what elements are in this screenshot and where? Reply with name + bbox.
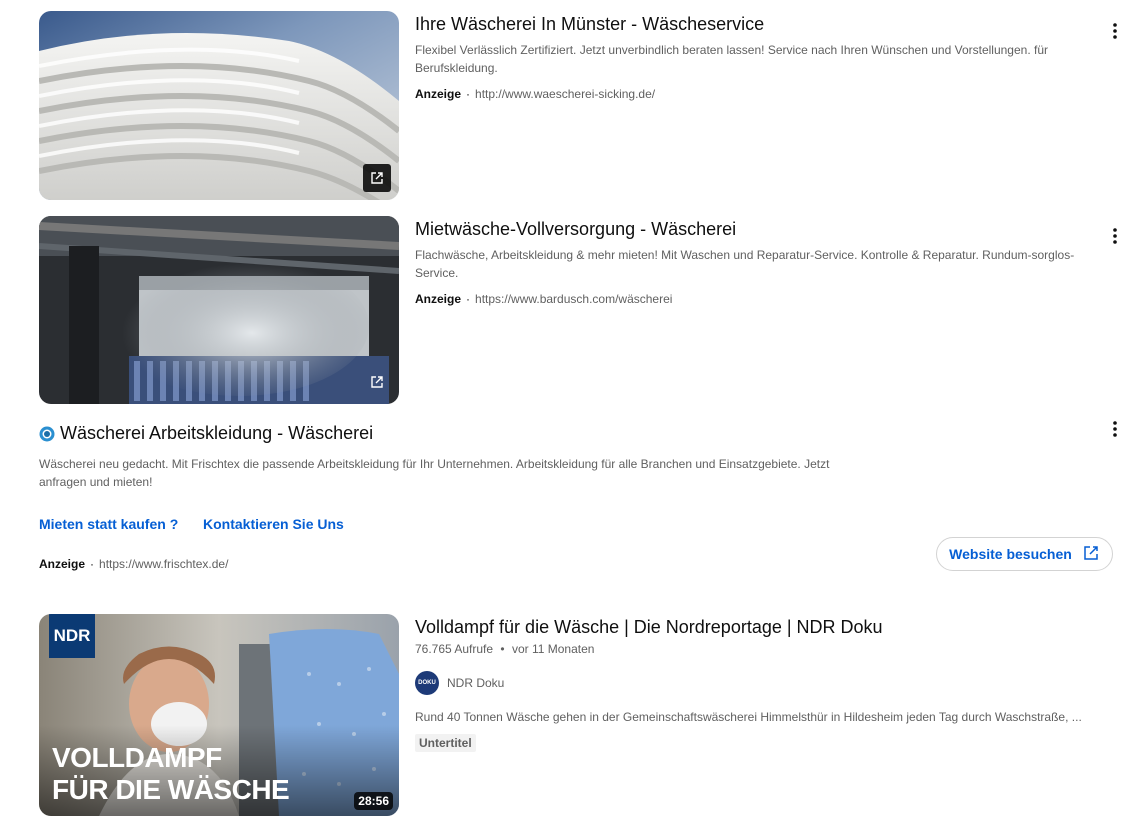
separator: · bbox=[90, 557, 95, 571]
ad-description: Flexibel Verlässlich Zertifiziert. Jetzt… bbox=[415, 43, 1048, 75]
external-link-icon bbox=[1082, 544, 1100, 565]
ad-description: Flachwäsche, Arbeitskleidung & mehr miet… bbox=[415, 248, 1075, 280]
ad-thumbnail[interactable] bbox=[39, 11, 399, 200]
subtitle-badge: Untertitel bbox=[415, 734, 476, 752]
ad-label: Anzeige bbox=[415, 87, 462, 101]
ad-info-line: Anzeige · https://www.frischtex.de/ bbox=[39, 556, 228, 572]
upload-age: vor 11 Monaten bbox=[511, 642, 595, 656]
ad-url[interactable]: https://www.bardusch.com/wäscherei bbox=[475, 292, 672, 306]
ad-title[interactable]: Mietwäsche-Vollversorgung - Wäscherei bbox=[415, 217, 736, 241]
visit-website-label: Website besuchen bbox=[949, 546, 1072, 562]
laundry-machine-image bbox=[39, 216, 399, 404]
video-description: Rund 40 Tonnen Wäsche gehen in der Gemei… bbox=[415, 710, 1082, 724]
external-link-icon[interactable] bbox=[363, 164, 391, 192]
more-options-icon[interactable] bbox=[1103, 224, 1127, 248]
ad-thumbnail[interactable] bbox=[39, 216, 399, 404]
video-meta: 76.765 Aufrufe • vor 11 Monaten bbox=[415, 642, 594, 656]
thumbnail-caption: VOLLDAMPF FÜR DIE WÄSCHE bbox=[52, 742, 290, 806]
separator: • bbox=[500, 642, 505, 656]
ad-title[interactable]: Wäscherei Arbeitskleidung - Wäscherei bbox=[60, 421, 373, 445]
thumbnail-caption-line2: FÜR DIE WÄSCHE bbox=[52, 774, 290, 805]
avatar-text: DOKU bbox=[418, 680, 436, 686]
ad-url[interactable]: https://www.frischtex.de/ bbox=[99, 557, 228, 571]
ad-description: Wäscherei neu gedacht. Mit Frischtex die… bbox=[39, 457, 830, 489]
more-options-icon[interactable] bbox=[1103, 417, 1127, 441]
channel-name[interactable]: NDR Doku bbox=[447, 676, 504, 690]
ad-info-line: Anzeige · http://www.waescherei-sicking.de… bbox=[415, 86, 655, 102]
thumbnail-caption-line1: VOLLDAMPF bbox=[52, 742, 222, 773]
ad-label: Anzeige bbox=[39, 557, 86, 571]
ndr-logo: NDR bbox=[53, 626, 91, 645]
frischtex-logo-icon bbox=[39, 426, 55, 442]
ad-url[interactable]: http://www.waescherei-sicking.de/ bbox=[475, 87, 655, 101]
sitelink-mieten[interactable]: Mieten statt kaufen ? bbox=[39, 516, 178, 532]
video-duration: 28:56 bbox=[354, 792, 393, 810]
ad-info-line: Anzeige · https://www.bardusch.com/wäscher… bbox=[415, 291, 672, 307]
external-link-icon[interactable] bbox=[363, 368, 391, 396]
folded-towels-image bbox=[39, 11, 399, 200]
ad-title[interactable]: Ihre Wäscherei In Münster - Wäscheservic… bbox=[415, 12, 764, 36]
video-title[interactable]: Volldampf für die Wäsche | Die Nordrepor… bbox=[415, 615, 883, 639]
sitelink-kontakt[interactable]: Kontaktieren Sie Uns bbox=[203, 516, 344, 532]
ad-label: Anzeige bbox=[415, 292, 462, 306]
channel-avatar[interactable]: DOKU bbox=[415, 671, 439, 695]
video-thumbnail[interactable]: NDR VOLLDAMPF FÜR DIE WÄSCHE 28:56 bbox=[39, 614, 399, 816]
more-options-icon[interactable] bbox=[1103, 19, 1127, 43]
visit-website-button[interactable]: Website besuchen bbox=[936, 537, 1113, 571]
separator: · bbox=[466, 292, 471, 306]
separator: · bbox=[466, 87, 471, 101]
channel-link[interactable]: DOKU NDR Doku bbox=[415, 671, 504, 695]
view-count: 76.765 Aufrufe bbox=[415, 642, 494, 656]
